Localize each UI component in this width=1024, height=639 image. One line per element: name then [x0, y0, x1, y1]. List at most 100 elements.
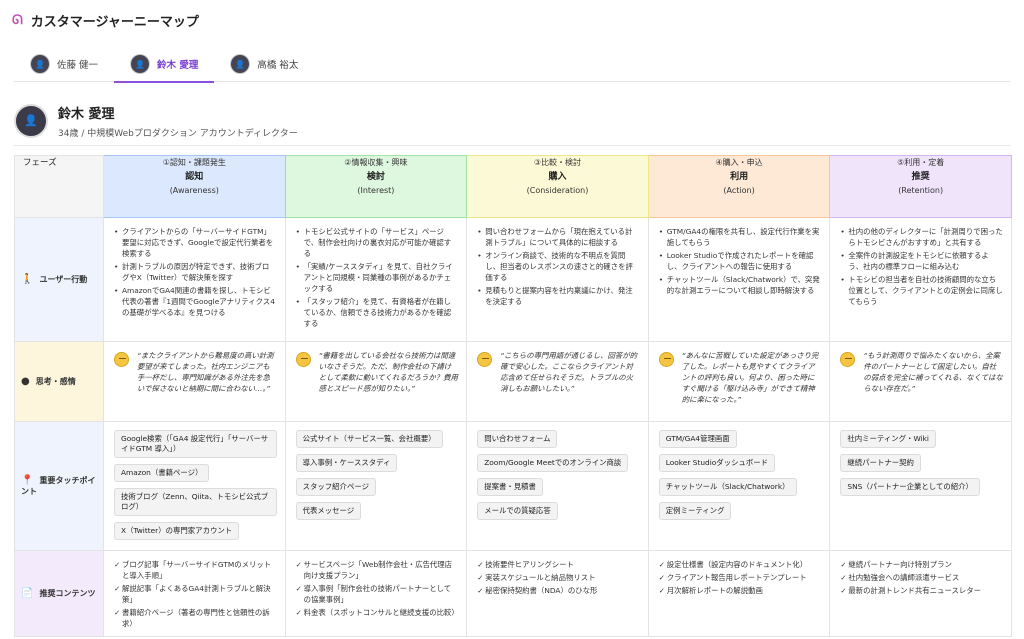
- touchpoint-chip: チャットツール（Slack/Chatwork）: [658, 478, 797, 496]
- touchpoint-chip: 技術ブログ（Zenn、Qiita、トモシビ公式ブログ）: [114, 488, 277, 516]
- list-item: 設定仕様書（設定内容のドキュメント化）: [659, 559, 822, 570]
- tab-persona-sato[interactable]: 👤 佐藤 健一: [14, 46, 114, 82]
- touchpoint-chip: GTM/GA4管理画面: [658, 430, 737, 448]
- phase-name: 購入: [548, 172, 567, 182]
- touchpoint-chip: Looker Studioダッシュボード: [658, 454, 776, 472]
- touchpoint-chip: 継続パートナー契約: [840, 454, 921, 472]
- list-item: 社内勉強会への講師派遣サービス: [840, 572, 1003, 583]
- emotion-quote: “こちらの専門用語が通じるし、回答が的確で安心した。ここならクライアント対応含め…: [500, 351, 638, 393]
- avatar: 👤: [230, 54, 251, 74]
- list-item: 継続パートナー向け特別プラン: [840, 559, 1003, 570]
- list-item: チャットツール（Slack/Chatwork）で、突発的な計測エラーについて相談…: [659, 274, 822, 296]
- row-user-action: 🚶 ユーザー行動 クライアントからの「サーバーサイドGTM」要望に対応できず、Goo…: [14, 217, 1012, 342]
- row-recommended-content: 📄推奨コンテンツブログ記事「サーバーサイドGTMのメリットと導入手順」解説記事「…: [14, 550, 1012, 637]
- phase-corner-label: フェーズ: [14, 155, 104, 218]
- phase-name: 推奨: [911, 172, 930, 182]
- emotion-face-icon: [840, 352, 856, 367]
- touchpoint-cell: 問い合わせフォーム Zoom/Google Meetでのオンライン商談 提案書・見積…: [466, 421, 649, 551]
- user-action-cell: トモシビ公式サイトの「サービス」ページで、制作会社向けの裏衣対応が可能か確認する…: [284, 217, 468, 342]
- touchpoint-cell: 社内ミーティング・Wiki 継続パートナー契約 SNS（パートナー企業としての紹介）: [829, 421, 1012, 551]
- user-action-cell: 問い合わせフォームから「現在抱えている計測トラブル」について具体的に相談するオン…: [466, 217, 649, 342]
- row-header-touchpoint: 📍 重要タッチポイント: [14, 421, 104, 551]
- phase-name: 検討: [366, 172, 385, 182]
- touchpoint-chip: 代表メッセージ: [295, 502, 362, 520]
- list-item: 月次解析レポートの解説動画: [659, 585, 822, 596]
- thought-emotion-cell: “あんなに苦戦していた設定があっさり完了した。レポートも見やすくてクライアントの…: [647, 341, 831, 422]
- phase-en: (Action): [723, 186, 755, 195]
- list-item: Looker Studioで作成されたレポートを確認し、クライアントへの報告に使…: [659, 250, 822, 272]
- tab-persona-suzuki[interactable]: 👤 鈴木 愛理: [114, 46, 215, 83]
- user-action-cell: 社内の他のディレクターに「計測周りで困ったらトモシビさんがおすすめ」と共有する全…: [829, 217, 1012, 342]
- phase-name: 利用: [730, 172, 749, 182]
- touchpoint-cell: Google検索（「GA4 設定代行」「サーバーサイドGTM 導入」） Amazo…: [103, 421, 286, 551]
- phase-name: 認知: [185, 172, 204, 182]
- list-item: トモシビの担当者を自社の技術顧問的な立ち位置として、クライアントとの定例会に同席…: [840, 274, 1003, 307]
- touchpoint-chip: 社内ミーティング・Wiki: [840, 430, 936, 448]
- user-action-icon: 🚶: [21, 274, 34, 285]
- touchpoint-chip: 提案書・見積書: [477, 478, 543, 496]
- app-header: ᘏ カスタマージャーニーマップ: [0, 0, 1024, 40]
- phase-step: ④購入・申込: [715, 158, 763, 167]
- list-item: 問い合わせフォームから「現在抱えている計測トラブル」について具体的に相談する: [477, 226, 640, 248]
- touchpoint-chip: 問い合わせフォーム: [477, 430, 558, 448]
- list-item: 計測トラブルの原因が特定できず、技術ブログやX（Twitter）で解決策を探す: [114, 261, 277, 283]
- list-item: クライアントからの「サーバーサイドGTM」要望に対応できず、Googleで設定代…: [114, 226, 277, 259]
- phase-step: ⑤利用・定着: [897, 158, 945, 167]
- phase-en: (Interest): [357, 186, 395, 195]
- row-header-thought-emotion: ● 思考・感情: [14, 341, 104, 422]
- row-label: ユーザー行動: [39, 275, 88, 284]
- touchpoint-chip: SNS（パートナー企業としての紹介）: [840, 478, 980, 496]
- list-item: GTM/GA4の権限を共有し、設定代行作業を実施してもらう: [659, 226, 822, 248]
- avatar: 👤: [30, 54, 50, 74]
- phase-en: (Consideration): [526, 186, 589, 195]
- phase-header-1: ①認知・課題発生 認知 (Awareness): [103, 155, 286, 218]
- list-item: 「スタッフ紹介」を見て、有資格者が在籍しているか、信頼できる技術力があるかを確認…: [296, 296, 459, 329]
- list-item: 導入事例「制作会社の技術パートナーとしての協業事例」: [296, 583, 459, 605]
- avatar: 👤: [14, 103, 48, 138]
- recommended-content-icon: 📄: [21, 588, 34, 599]
- touchpoint-chip: Google検索（「GA4 設定代行」「サーバーサイドGTM 導入」）: [114, 430, 277, 458]
- row-label: 思考・感情: [35, 377, 76, 386]
- row-label: 推奨コンテンツ: [39, 589, 96, 598]
- recommended-content-cell: サービスページ「Web制作会社・広告代理店向け支援プラン」導入事例「制作会社の技…: [284, 550, 468, 637]
- thought-emotion-cell: “もう計測周りで悩みたくないから、全案件のパートナーとして固定したい。自社の弱点…: [829, 341, 1012, 422]
- touchpoint-chip: スタッフ紹介ページ: [295, 478, 376, 496]
- touchpoint-cell: 公式サイト（サービス一覧、会社概要） 導入事例・ケーススタディ スタッフ紹介ページ代…: [284, 421, 468, 551]
- emotion-quote: “またクライアントから難易度の高い計測要望が来てしまった。社内エンジニアも手一杯…: [137, 351, 274, 393]
- list-item: オンライン商談で、技術的な不明点を質問し、担当者のレスポンスの速さと的確さを評価…: [477, 250, 640, 283]
- touchpoint-chip: Zoom/Google Meetでのオンライン商談: [477, 454, 629, 472]
- phase-step: ③比較・検討: [533, 158, 582, 167]
- user-action-cell: GTM/GA4の権限を共有し、設定代行作業を実施してもらうLooker Stud…: [647, 217, 831, 342]
- list-item: 技術要件ヒアリングシート: [477, 559, 640, 570]
- tab-persona-takahashi[interactable]: 👤 高橋 裕太: [214, 46, 314, 82]
- user-action-cell: クライアントからの「サーバーサイドGTM」要望に対応できず、Googleで設定代…: [103, 217, 286, 342]
- touchpoint-chip: Amazon（書籍ページ）: [114, 464, 210, 482]
- emotion-quote: “あんなに苦戦していた設定があっさり完了した。レポートも見やすくてクライアントの…: [681, 351, 819, 404]
- list-item: 全案件の計測設定をトモシビに依頼するよう、社内の標準フローに組み込む: [840, 250, 1003, 272]
- thought-emotion-cell: “こちらの専門用語が通じるし、回答が的確で安心した。ここならクライアント対応含め…: [466, 341, 649, 422]
- touchpoint-chip: X（Twitter）の専門家アカウント: [114, 522, 240, 540]
- phase-header-row: フェーズ ①認知・課題発生 認知 (Awareness) ②情報収集・興味 検討 (Int…: [14, 155, 1012, 218]
- list-item: 見積もりと提案内容を社内稟議にかけ、発注を決定する: [477, 285, 640, 307]
- persona-subtitle: 34歳 / 中規模Webプロダクション アカウントディレクター: [58, 128, 298, 139]
- emotion-face-icon: [477, 352, 493, 367]
- list-item: 最新の計測トレンド共有ニュースレター: [840, 585, 1003, 596]
- touchpoint-chip: 導入事例・ケーススタディ: [295, 454, 398, 472]
- phase-header-3: ③比較・検討 購入 (Consideration): [466, 155, 649, 218]
- persona-name: 鈴木 愛理: [58, 106, 115, 122]
- thought-emotion-cell: “またクライアントから難易度の高い計測要望が来てしまった。社内エンジニアも手一杯…: [103, 341, 286, 422]
- avatar: 👤: [130, 54, 151, 74]
- row-header-recommended-content: 📄 推奨コンテンツ: [14, 550, 104, 637]
- phase-header-4: ④購入・申込 利用 (Action): [647, 155, 831, 218]
- list-item: サービスページ「Web制作会社・広告代理店向け支援プラン」: [296, 559, 459, 581]
- recommended-content-cell: 技術要件ヒアリングシート実装スケジュールと納品物リスト秘密保持契約書（NDA）の…: [466, 550, 649, 637]
- recommended-content-cell: 継続パートナー向け特別プラン社内勉強会への講師派遣サービス最新の計測トレンド共有…: [829, 550, 1012, 637]
- list-item: 「実績/ケーススタディ」を見て、自社クライアントと同規模・同業種の事例があるかチ…: [296, 261, 459, 294]
- recommended-content-cell: 設定仕様書（設定内容のドキュメント化） クライアント報告用レポートテンプレート月次…: [647, 550, 831, 637]
- list-item: AmazonでGA4関連の書籍を探し、トモシビ代表の著書『1週間でGoogleア…: [114, 285, 277, 318]
- row-header-user-action: 🚶 ユーザー行動: [14, 217, 104, 342]
- tab-label: 鈴木 愛理: [157, 60, 199, 71]
- list-item: 実装スケジュールと納品物リスト: [477, 572, 640, 583]
- row-thought-emotion: ● 思考・感情 “またクライアントから難易度の高い計測要望が来てしまった。社内エンジ…: [14, 341, 1012, 422]
- tab-label: 高橋 裕太: [257, 60, 299, 71]
